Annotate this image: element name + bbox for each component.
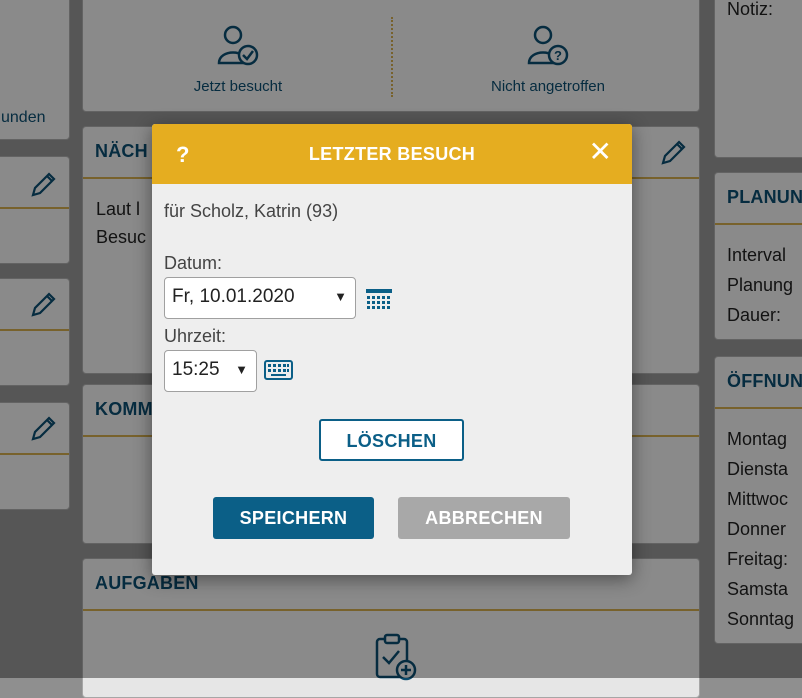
chevron-down-icon: ▼ [334, 289, 347, 304]
save-button[interactable]: SPEICHERN [213, 497, 374, 539]
dialog-header: ? LETZTER BESUCH ✕ [152, 124, 632, 184]
calendar-icon[interactable] [366, 289, 392, 309]
time-select[interactable]: 15:25 ▼ [164, 350, 257, 392]
chevron-down-icon: ▼ [235, 362, 248, 377]
delete-button[interactable]: LÖSCHEN [319, 419, 464, 461]
time-label: Uhrzeit: [164, 326, 227, 346]
time-value: 15:25 [172, 359, 220, 380]
close-icon[interactable]: ✕ [589, 138, 612, 166]
keyboard-icon[interactable] [264, 360, 293, 380]
cancel-button[interactable]: ABBRECHEN [398, 497, 570, 539]
date-select[interactable]: Fr, 10.01.2020 ▼ [164, 277, 356, 319]
last-visit-dialog: ? LETZTER BESUCH ✕ für Scholz, Katrin (9… [152, 124, 632, 575]
date-label: Datum: [164, 253, 223, 273]
dialog-title: LETZTER BESUCH [308, 144, 476, 164]
patient-info: für Scholz, Katrin (93) [164, 201, 339, 221]
date-value: Fr, 10.01.2020 [172, 286, 295, 307]
